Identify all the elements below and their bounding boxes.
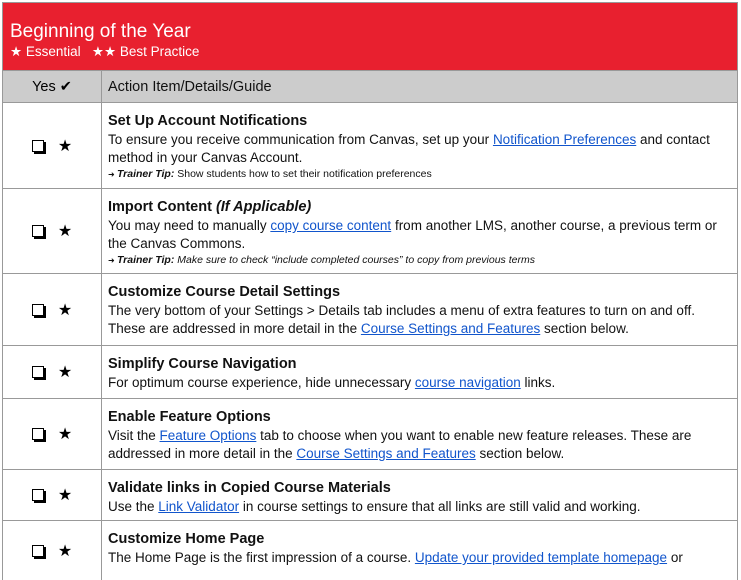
item-link[interactable]: Course Settings and Features xyxy=(361,321,540,336)
essential-star-icon: ★ xyxy=(57,426,73,443)
item-description: Use the Link Validator in course setting… xyxy=(108,498,731,516)
essential-star-icon: ★ xyxy=(57,137,73,155)
action-cell: Enable Feature Options Visit the Feature … xyxy=(102,399,737,469)
section-banner: Beginning of the Year ★ Essential ★★ Bes… xyxy=(3,3,737,70)
item-title: Set Up Account Notifications xyxy=(108,112,731,131)
item-title: Validate links in Copied Course Material… xyxy=(108,479,731,498)
description-text: links. xyxy=(520,375,556,390)
item-description: To ensure you receive communication from… xyxy=(108,131,731,167)
yes-cell: ★ xyxy=(3,470,102,520)
trainer-tip: ➜ Trainer Tip: Make sure to check “inclu… xyxy=(108,253,731,268)
item-title: Simplify Course Navigation xyxy=(108,355,731,374)
checkbox[interactable] xyxy=(31,489,44,501)
item-title-text: Validate links in Copied Course Material… xyxy=(108,480,391,496)
yes-cell: ★ xyxy=(3,399,102,469)
checklist-table: Beginning of the Year ★ Essential ★★ Bes… xyxy=(2,2,738,580)
yes-cell: ★ xyxy=(3,189,102,273)
description-text: Visit the xyxy=(108,428,160,443)
action-cell: Validate links in Copied Course Material… xyxy=(102,470,737,520)
item-title: Enable Feature Options xyxy=(108,408,731,427)
item-link[interactable]: Feature Options xyxy=(160,428,257,443)
checkbox[interactable] xyxy=(31,225,44,237)
checkbox[interactable] xyxy=(31,366,44,378)
item-link[interactable]: Update your provided template homepage xyxy=(415,550,667,565)
item-title: Customize Home Page xyxy=(108,530,731,549)
essential-star-icon: ★ xyxy=(57,301,73,319)
item-link[interactable]: Notification Preferences xyxy=(493,132,636,147)
arrow-icon: ➜ xyxy=(108,256,117,265)
table-row: ★ Set Up Account Notifications To ensure y… xyxy=(3,102,737,188)
essential-star-icon: ★ xyxy=(57,364,73,381)
action-cell: Customize Home Page The Home Page is the … xyxy=(102,521,737,580)
description-text: or xyxy=(667,550,683,565)
trainer-tip-text: Make sure to check “include completed co… xyxy=(174,254,535,266)
item-link[interactable]: Link Validator xyxy=(158,499,239,514)
item-title-text: Enable Feature Options xyxy=(108,409,271,425)
item-description: The very bottom of your Settings > Detai… xyxy=(108,302,731,338)
yes-cell: ★ xyxy=(3,346,102,398)
column-header-action: Action Item/Details/Guide xyxy=(108,79,272,95)
table-row: ★ Import Content (If Applicable) You may n… xyxy=(3,188,737,273)
legend: ★ Essential ★★ Best Practice xyxy=(10,44,200,59)
yes-cell: ★ xyxy=(3,521,102,580)
table-row: ★ Customize Course Detail Settings The ver… xyxy=(3,273,737,345)
checkbox[interactable] xyxy=(31,139,44,152)
essential-star-icon: ★ xyxy=(57,223,73,240)
arrow-icon: ➜ xyxy=(108,170,117,179)
trainer-tip: ➜ Trainer Tip: Show students how to set … xyxy=(108,167,731,182)
checkbox[interactable] xyxy=(31,544,44,557)
table-row: ★ Customize Home Page The Home Page is the… xyxy=(3,520,737,580)
action-cell: Customize Course Detail Settings The very… xyxy=(102,274,737,345)
trainer-tip-label: Trainer Tip: xyxy=(116,254,175,266)
item-title: Customize Course Detail Settings xyxy=(108,283,731,302)
table-row: ★ Simplify Course Navigation For optimum c… xyxy=(3,345,737,398)
item-description: You may need to manually copy course con… xyxy=(108,217,731,253)
item-link[interactable]: copy course content xyxy=(270,218,391,233)
yes-cell: ★ xyxy=(3,274,102,345)
item-link[interactable]: course navigation xyxy=(415,375,521,390)
action-cell: Simplify Course Navigation For optimum co… xyxy=(102,346,737,398)
column-header-row: Yes ✔ Action Item/Details/Guide xyxy=(3,70,737,102)
description-text: You may need to manually xyxy=(108,218,271,233)
action-cell: Set Up Account Notifications To ensure yo… xyxy=(102,103,737,188)
item-title-text: Set Up Account Notifications xyxy=(108,113,308,129)
item-title-qualifier: (If Applicable) xyxy=(215,199,312,215)
table-row: ★ Validate links in Copied Course Materia… xyxy=(3,469,737,520)
description-text: To ensure you receive communication from… xyxy=(108,132,493,147)
item-title-text: Customize Course Detail Settings xyxy=(108,284,341,300)
description-text: section below. xyxy=(540,321,629,336)
item-link[interactable]: Course Settings and Features xyxy=(296,446,475,461)
item-title-text: Import Content xyxy=(108,199,216,215)
yes-cell: ★ xyxy=(3,103,102,188)
item-title: Import Content (If Applicable) xyxy=(108,198,731,217)
description-text: For optimum course experience, hide unne… xyxy=(108,375,415,390)
item-description: Visit the Feature Options tab to choose … xyxy=(108,427,731,463)
description-text: in course settings to ensure that all li… xyxy=(239,499,641,514)
item-title-text: Simplify Course Navigation xyxy=(108,356,297,372)
essential-star-icon: ★ xyxy=(57,542,73,560)
checkbox[interactable] xyxy=(31,428,44,440)
item-description: The Home Page is the first impression of… xyxy=(108,549,731,567)
action-cell: Import Content (If Applicable) You may ne… xyxy=(102,189,737,273)
item-title-text: Customize Home Page xyxy=(108,531,265,547)
essential-star-icon: ★ xyxy=(57,487,73,504)
trainer-tip-label: Trainer Tip: xyxy=(116,168,175,180)
checkbox[interactable] xyxy=(31,303,44,316)
table-row: ★ Enable Feature Options Visit the Feature… xyxy=(3,398,737,469)
section-title: Beginning of the Year xyxy=(10,21,191,42)
description-text: Use the xyxy=(108,499,159,514)
item-description: For optimum course experience, hide unne… xyxy=(108,374,731,392)
description-text: The Home Page is the first impression of… xyxy=(108,550,415,565)
trainer-tip-text: Show students how to set their notificat… xyxy=(174,168,432,180)
column-header-yes: Yes ✔ xyxy=(3,71,102,102)
description-text: section below. xyxy=(475,446,565,461)
